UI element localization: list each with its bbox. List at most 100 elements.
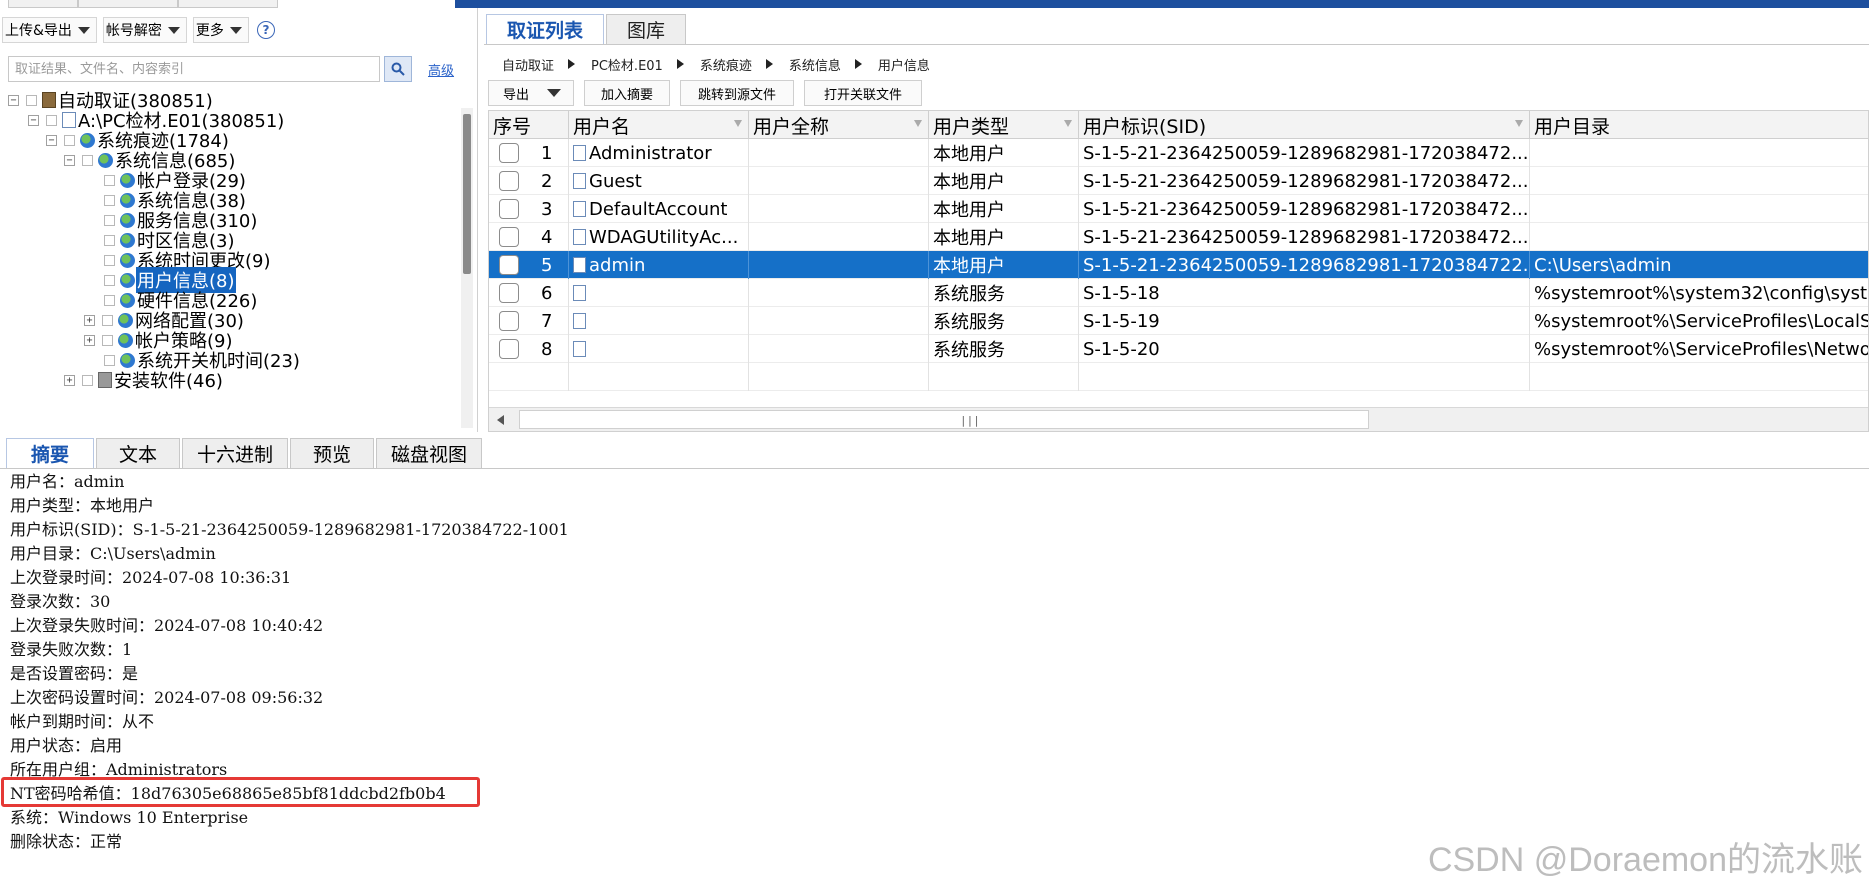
column-header-sid[interactable]: 用户标识(SID): [1079, 111, 1530, 139]
tab-summary[interactable]: 摘要: [6, 438, 94, 468]
tree-checkbox[interactable]: [104, 254, 115, 266]
top-accent-bar: [455, 0, 1869, 8]
tree-checkbox[interactable]: [104, 234, 115, 246]
row-checkbox[interactable]: [499, 339, 519, 359]
tree-checkbox[interactable]: [46, 114, 57, 126]
row-checkbox[interactable]: [499, 283, 519, 303]
expand-icon[interactable]: +: [64, 374, 75, 386]
search-button[interactable]: [384, 56, 412, 82]
column-header-no[interactable]: 序号: [489, 111, 569, 139]
top-tab-stub[interactable]: [178, 0, 278, 8]
scroll-thumb[interactable]: [463, 114, 471, 274]
tree-checkbox[interactable]: [102, 314, 113, 326]
globe-icon: [120, 232, 135, 248]
export-dropdown[interactable]: 导出: [488, 80, 574, 106]
column-header-dir[interactable]: 用户目录: [1530, 111, 1868, 139]
breadcrumb-item[interactable]: 自动取证: [502, 55, 554, 74]
table-row[interactable]: 6 系统服务 S-1-5-18 %systemroot%\system32\co…: [489, 279, 1868, 307]
tree-checkbox[interactable]: [104, 294, 115, 306]
tree-checkbox[interactable]: [104, 194, 115, 206]
user-sid: S-1-5-21-2364250059-1289682981-172038472…: [1083, 142, 1529, 164]
cell-fullname: [749, 223, 929, 251]
add-summary-button[interactable]: 加入摘要: [584, 80, 670, 106]
upload-export-dropdown[interactable]: 上传&导出: [2, 17, 97, 43]
breadcrumb-item[interactable]: PC检材.E01: [591, 55, 663, 74]
column-header-username[interactable]: 用户名: [569, 111, 749, 139]
tab-text[interactable]: 文本: [96, 438, 180, 468]
scroll-thumb[interactable]: |||: [519, 410, 1369, 429]
globe-icon: [98, 152, 113, 168]
filter-icon[interactable]: [734, 120, 742, 127]
row-checkbox[interactable]: [499, 171, 519, 191]
tree-checkbox[interactable]: [64, 134, 75, 146]
horizontal-scrollbar[interactable]: |||: [489, 407, 1868, 431]
file-icon: [573, 313, 586, 329]
user-sid: S-1-5-19: [1083, 310, 1160, 332]
table-row[interactable]: 1 Administrator 本地用户 S-1-5-21-2364250059…: [489, 139, 1868, 167]
row-checkbox[interactable]: [499, 143, 519, 163]
top-tab-stub[interactable]: [78, 0, 178, 8]
row-checkbox[interactable]: [499, 311, 519, 331]
open-related-button[interactable]: 打开关联文件: [804, 80, 922, 106]
tree-checkbox[interactable]: [82, 374, 93, 386]
account-decrypt-dropdown[interactable]: 帐号解密: [102, 17, 187, 43]
cell-type: 系统服务: [929, 307, 1079, 335]
tree-checkbox[interactable]: [102, 334, 113, 346]
tab-gallery[interactable]: 图库: [606, 14, 687, 44]
collapse-icon[interactable]: −: [8, 94, 19, 106]
left-toolbar: 上传&导出 帐号解密 更多 ?: [0, 16, 275, 44]
tab-evidence-list[interactable]: 取证列表: [486, 14, 605, 44]
tab-preview[interactable]: 预览: [290, 438, 375, 468]
filter-icon[interactable]: [1515, 120, 1523, 127]
table-row[interactable]: 2 Guest 本地用户 S-1-5-21-2364250059-1289682…: [489, 167, 1868, 195]
table-row[interactable]: 3 DefaultAccount 本地用户 S-1-5-21-236425005…: [489, 195, 1868, 223]
top-tab-stub[interactable]: [8, 0, 78, 8]
tab-hex[interactable]: 十六进制: [182, 438, 289, 468]
collapse-icon[interactable]: −: [28, 114, 39, 126]
cell-no: 6: [489, 279, 569, 307]
row-checkbox[interactable]: [499, 199, 519, 219]
row-checkbox[interactable]: [499, 255, 519, 275]
tree-scrollbar[interactable]: [461, 108, 473, 428]
filter-icon[interactable]: [914, 120, 922, 127]
breadcrumb-item[interactable]: 系统痕迹: [700, 55, 752, 74]
tree-checkbox[interactable]: [104, 274, 115, 286]
column-header-fullname[interactable]: 用户全称: [749, 111, 929, 139]
left-pane: 上传&导出 帐号解密 更多 ? 高级 − 自动取证(380851): [0, 8, 478, 432]
tree-checkbox[interactable]: [104, 354, 115, 366]
search-input[interactable]: [8, 56, 380, 82]
globe-icon: [80, 132, 95, 148]
tree-checkbox[interactable]: [104, 214, 115, 226]
cell-type: 系统服务: [929, 279, 1079, 307]
action-bar: 导出 加入摘要 跳转到源文件 打开关联文件: [488, 80, 922, 106]
advanced-search-link[interactable]: 高级: [428, 60, 454, 79]
detail-line: 用户类型：本地用户: [10, 496, 155, 515]
tree-node-installed-software[interactable]: + 安装软件(46): [64, 368, 224, 392]
detail-line: 上次登录失败时间：2024-07-08 10:40:42: [10, 616, 324, 635]
table-row[interactable]: 4 WDAGUtilityAc... 本地用户 S-1-5-21-2364250…: [489, 223, 1868, 251]
tree-checkbox[interactable]: [26, 94, 37, 106]
cell-username: [569, 335, 749, 363]
breadcrumb-item[interactable]: 用户信息: [878, 55, 930, 74]
jump-to-source-button[interactable]: 跳转到源文件: [680, 80, 794, 106]
collapse-icon[interactable]: −: [46, 134, 57, 146]
table-row[interactable]: 7 系统服务 S-1-5-19 %systemroot%\ServiceProf…: [489, 307, 1868, 335]
table-row-selected[interactable]: 5 admin 本地用户 S-1-5-21-2364250059-1289682…: [489, 251, 1868, 279]
tree-checkbox[interactable]: [82, 154, 93, 166]
filter-icon[interactable]: [1064, 120, 1072, 127]
help-icon[interactable]: ?: [256, 21, 275, 39]
column-header-type[interactable]: 用户类型: [929, 111, 1079, 139]
tab-disk-view[interactable]: 磁盘视图: [376, 438, 483, 468]
user-sid: S-1-5-20: [1083, 338, 1160, 360]
scroll-left-icon[interactable]: [497, 415, 504, 425]
row-checkbox[interactable]: [499, 227, 519, 247]
more-dropdown[interactable]: 更多: [192, 17, 249, 43]
tree-checkbox[interactable]: [104, 174, 115, 186]
expand-icon[interactable]: +: [84, 314, 95, 326]
cell-fullname: [749, 279, 929, 307]
expand-icon[interactable]: +: [84, 334, 95, 346]
table-row[interactable]: 8 系统服务 S-1-5-20 %systemroot%\ServiceProf…: [489, 335, 1868, 363]
detail-line: 用户名：admin: [10, 472, 125, 491]
breadcrumb-item[interactable]: 系统信息: [789, 55, 841, 74]
collapse-icon[interactable]: −: [64, 154, 75, 166]
